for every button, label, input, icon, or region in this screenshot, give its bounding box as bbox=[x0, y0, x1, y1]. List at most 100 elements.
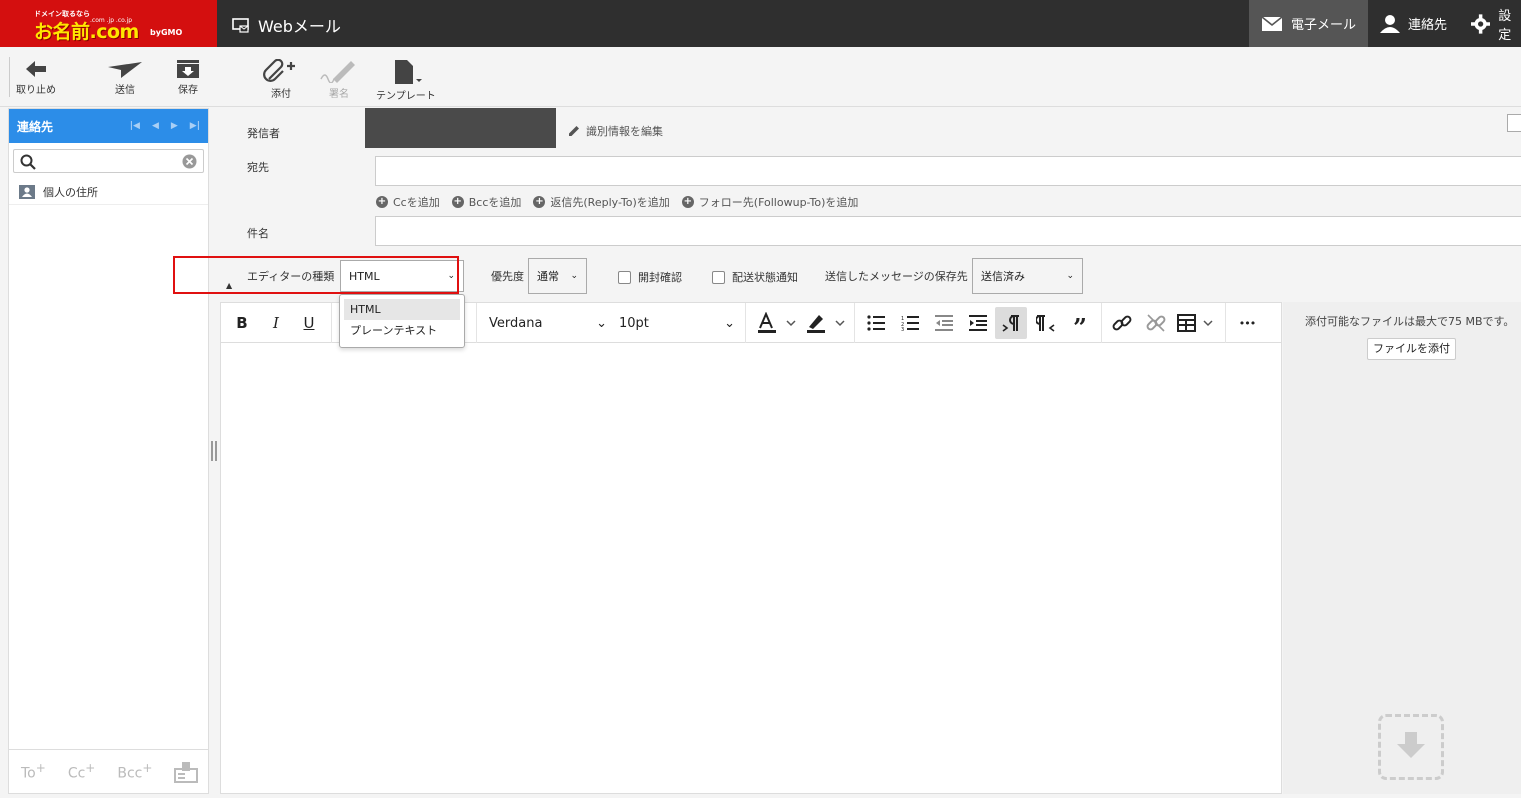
chevron-down-icon: ⌄ bbox=[447, 271, 455, 281]
add-followup-to-link[interactable]: + フォロー先(Followup-To)を追加 bbox=[681, 194, 858, 210]
send-button[interactable]: 送信 bbox=[107, 59, 143, 96]
signature-label: 署名 bbox=[329, 89, 349, 100]
insert-to-label: To bbox=[21, 765, 36, 782]
quote-icon: ” bbox=[1073, 313, 1087, 342]
template-button[interactable]: テンプレート bbox=[376, 59, 436, 102]
clear-search-icon[interactable] bbox=[182, 154, 197, 169]
insert-link-button[interactable] bbox=[1111, 311, 1133, 335]
popout-icon[interactable] bbox=[1507, 114, 1521, 132]
save-button[interactable]: 保存 bbox=[176, 59, 200, 96]
add-cc-link[interactable]: + Ccを追加 bbox=[376, 194, 440, 210]
toolbar-separator bbox=[331, 303, 332, 343]
text-color-button[interactable] bbox=[756, 311, 800, 335]
editor-type-select[interactable]: HTML ⌄ bbox=[340, 260, 464, 292]
address-book-personal[interactable]: 個人の住所 bbox=[9, 179, 208, 205]
outdent-icon bbox=[935, 315, 953, 331]
toolbar-separator bbox=[476, 303, 477, 343]
panel-resize-handle[interactable] bbox=[211, 441, 217, 461]
pen-signature-icon bbox=[320, 61, 355, 83]
insert-bcc-plus: + bbox=[142, 761, 153, 776]
last-page-icon[interactable]: ▶| bbox=[190, 121, 200, 131]
text-color-icon bbox=[758, 312, 796, 333]
font-size-value: 10pt bbox=[619, 315, 649, 331]
svg-text:3: 3 bbox=[901, 327, 904, 331]
editor-type-dropdown: HTML プレーンテキスト bbox=[339, 294, 465, 348]
numbered-list-button[interactable]: 123 bbox=[899, 311, 921, 335]
from-label: 発信者 bbox=[247, 127, 280, 140]
logo-main: お名前.com bbox=[34, 21, 139, 43]
read-receipt-label: 開封確認 bbox=[638, 271, 682, 284]
nav-mail[interactable]: 電子メール bbox=[1248, 0, 1368, 47]
indent-icon bbox=[969, 315, 987, 331]
vcard-icon[interactable] bbox=[174, 761, 199, 783]
insert-table-button[interactable] bbox=[1177, 311, 1217, 335]
bullet-list-button[interactable] bbox=[865, 311, 887, 335]
underline-button[interactable]: U bbox=[299, 311, 319, 335]
numbered-list-icon: 123 bbox=[901, 316, 919, 331]
add-icon: + bbox=[681, 196, 694, 208]
save-sent-select[interactable]: 送信済み ⌄ bbox=[972, 258, 1083, 294]
delivery-status-checkbox[interactable]: 配送状態通知 bbox=[712, 269, 798, 285]
logo[interactable]: ドメイン取るなら .com .jp .co.jp お名前.com byGMO bbox=[0, 0, 217, 47]
insert-cc-plus: + bbox=[85, 761, 96, 776]
contacts-panel: 連絡先 |◀ ◀ ▶ ▶| 個人の住所 To+ Cc+ Bcc+ bbox=[8, 108, 209, 794]
unlink-icon bbox=[1146, 314, 1166, 332]
contacts-search[interactable] bbox=[13, 149, 204, 173]
insert-bcc-label: Bcc bbox=[117, 765, 143, 782]
collapse-options-icon[interactable]: ▲ bbox=[226, 281, 232, 290]
signature-button[interactable]: 署名 bbox=[319, 59, 359, 100]
gear-icon bbox=[1471, 13, 1491, 34]
checkbox-box[interactable] bbox=[618, 270, 631, 284]
download-arrow-icon bbox=[1397, 732, 1425, 758]
subject-label: 件名 bbox=[247, 227, 269, 240]
next-page-icon[interactable]: ▶ bbox=[171, 121, 178, 131]
nav-contacts[interactable]: 連絡先 bbox=[1368, 0, 1459, 47]
highlight-color-button[interactable] bbox=[805, 311, 849, 335]
insert-to-button[interactable]: To+ bbox=[21, 761, 46, 782]
priority-select[interactable]: 通常 ⌄ bbox=[528, 258, 587, 294]
nav-settings[interactable]: 設定 bbox=[1459, 0, 1521, 47]
editor-body[interactable] bbox=[221, 343, 1281, 793]
font-size-select[interactable]: 10pt ⌄ bbox=[619, 311, 735, 335]
attach-label: 添付 bbox=[271, 89, 291, 100]
more-tools-button[interactable]: ••• bbox=[1235, 311, 1259, 335]
contacts-header: 連絡先 |◀ ◀ ▶ ▶| bbox=[9, 109, 208, 143]
blockquote-button[interactable]: ” bbox=[1069, 311, 1091, 340]
from-select[interactable] bbox=[365, 108, 556, 148]
add-icon: + bbox=[451, 196, 464, 208]
template-label: テンプレート bbox=[376, 91, 436, 102]
outdent-button[interactable] bbox=[933, 311, 955, 335]
add-reply-to-label: 返信先(Reply-To)を追加 bbox=[550, 196, 670, 209]
rtl-button[interactable] bbox=[1035, 311, 1057, 335]
italic-button[interactable]: I bbox=[266, 311, 286, 335]
cancel-button[interactable]: 取り止め bbox=[16, 59, 56, 96]
insert-cc-button[interactable]: Cc+ bbox=[68, 761, 96, 782]
indent-button[interactable] bbox=[967, 311, 989, 335]
attach-button[interactable]: 添付 bbox=[263, 59, 299, 100]
insert-bcc-button[interactable]: Bcc+ bbox=[117, 761, 152, 782]
font-family-select[interactable]: Verdana ⌄ bbox=[489, 311, 607, 335]
chevron-down-icon: ⌄ bbox=[1066, 271, 1074, 281]
ltr-button[interactable] bbox=[995, 307, 1027, 339]
editor-type-option-plaintext[interactable]: プレーンテキスト bbox=[344, 320, 460, 341]
checkbox-box[interactable] bbox=[712, 270, 725, 284]
edit-identity-link[interactable]: 識別情報を編集 bbox=[568, 123, 663, 139]
subject-field[interactable] bbox=[375, 216, 1521, 246]
cancel-label: 取り止め bbox=[16, 85, 56, 96]
to-field[interactable] bbox=[375, 156, 1521, 186]
attach-file-button[interactable]: ファイルを添付 bbox=[1367, 338, 1456, 360]
contacts-search-input[interactable] bbox=[40, 152, 180, 170]
first-page-icon[interactable]: |◀ bbox=[130, 121, 140, 131]
monitor-mail-icon bbox=[232, 18, 249, 33]
read-receipt-checkbox[interactable]: 開封確認 bbox=[618, 269, 682, 285]
bold-button[interactable]: B bbox=[232, 311, 252, 335]
add-reply-to-link[interactable]: + 返信先(Reply-To)を追加 bbox=[533, 194, 670, 210]
add-bcc-link[interactable]: + Bccを追加 bbox=[451, 194, 521, 210]
file-drop-zone[interactable] bbox=[1378, 714, 1444, 780]
editor-type-label: エディターの種類 bbox=[247, 270, 335, 283]
editor-type-option-html[interactable]: HTML bbox=[344, 299, 460, 320]
unlink-button[interactable] bbox=[1145, 311, 1167, 335]
prev-page-icon[interactable]: ◀ bbox=[152, 121, 159, 131]
paperclip-plus-icon bbox=[263, 59, 295, 82]
save-sent-label: 送信したメッセージの保存先 bbox=[825, 270, 968, 283]
